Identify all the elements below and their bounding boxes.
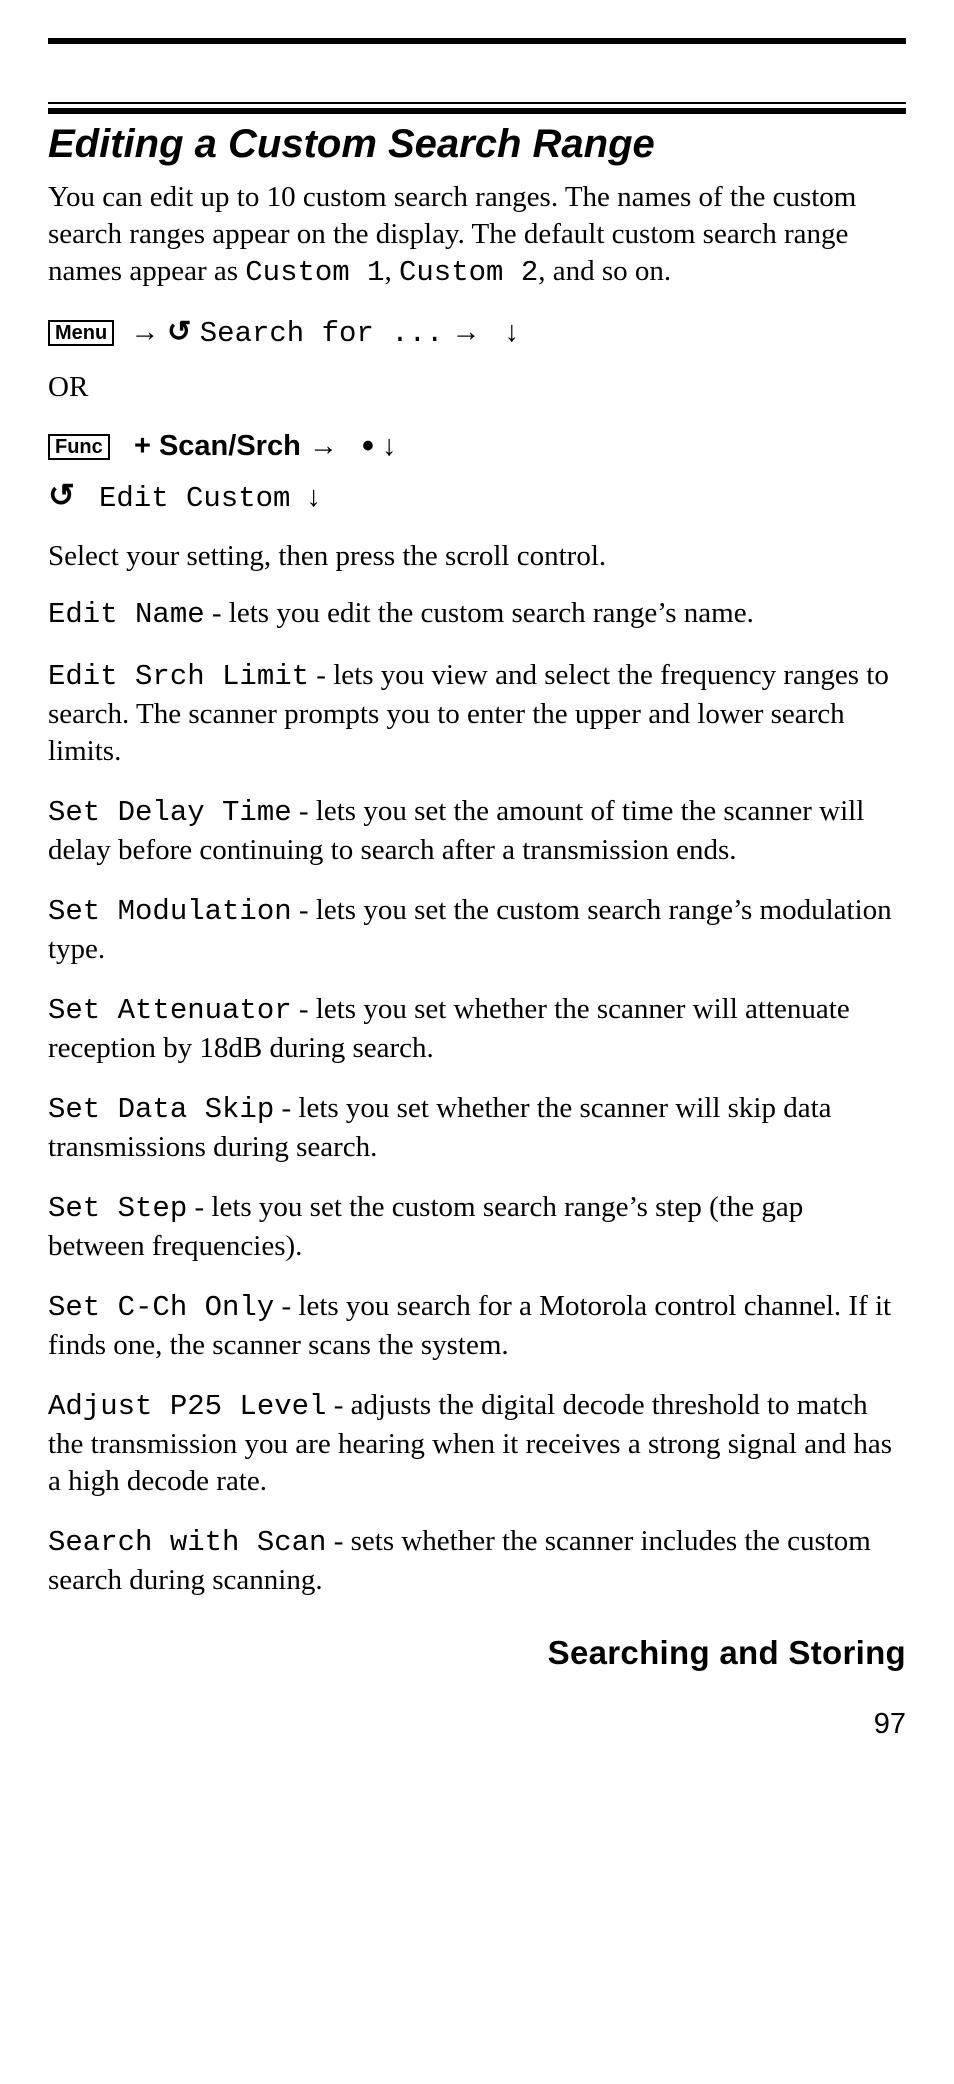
seq2-edit-text: Edit Custom [99, 482, 290, 515]
intro-sep: , [385, 255, 400, 287]
def-item: Set Step - lets you set the custom searc… [48, 1189, 906, 1264]
def-item: Set C-Ch Only - lets you search for a Mo… [48, 1288, 906, 1363]
intro-code-1: Custom 1 [245, 256, 384, 289]
definitions-list: Edit Name - lets you edit the custom sea… [48, 595, 906, 1598]
intro-code-2: Custom 2 [399, 256, 538, 289]
sequence-2: Func + Scan/Srch → • ↓ ↻ Edit Custom ↓ [48, 422, 906, 519]
def-term: Set C-Ch Only [48, 1291, 274, 1324]
page: Editing a Custom Search Range You can ed… [0, 0, 954, 2084]
func-key-icon: Func [48, 434, 110, 460]
footer-section-title: Searching and Storing [48, 1634, 906, 1672]
intro-paragraph: You can edit up to 10 custom search rang… [48, 179, 906, 291]
def-term: Edit Name [48, 598, 205, 631]
heading-rule [48, 102, 906, 114]
arrow-down-icon: ↓ [382, 430, 397, 462]
def-item: Set Data Skip - lets you set whether the… [48, 1090, 906, 1165]
def-item: Edit Srch Limit - lets you view and sele… [48, 657, 906, 769]
def-term: Set Modulation [48, 895, 292, 928]
rotate-icon: ↻ [167, 311, 191, 353]
menu-key-icon: Menu [48, 320, 114, 346]
rotate-icon: ↻ [48, 472, 75, 518]
def-desc: - lets you edit the custom search range’… [205, 597, 754, 629]
def-term: Set Step [48, 1192, 187, 1225]
top-rule [48, 38, 906, 44]
instruction-text: Select your setting, then press the scro… [48, 538, 906, 575]
plus-icon: + [134, 430, 151, 462]
intro-text-suffix: , and so on. [538, 255, 671, 287]
def-item: Set Modulation - lets you set the custom… [48, 892, 906, 967]
section-heading: Editing a Custom Search Range [48, 122, 906, 167]
def-term: Set Delay Time [48, 796, 292, 829]
def-term: Set Data Skip [48, 1093, 274, 1126]
sequence-1: Menu → ↻ Search for ... → ↓ [48, 311, 906, 355]
def-term: Adjust P25 Level [48, 1390, 326, 1423]
or-label: OR [48, 369, 906, 406]
def-item: Adjust P25 Level - adjusts the digital d… [48, 1387, 906, 1499]
def-item: Set Attenuator - lets you set whether th… [48, 991, 906, 1066]
seq2-scan-label: Scan/Srch [159, 430, 301, 462]
arrow-right-icon: → [309, 430, 338, 462]
arrow-right-icon: → [451, 316, 480, 348]
def-term: Set Attenuator [48, 994, 292, 1027]
def-item: Search with Scan - sets whether the scan… [48, 1523, 906, 1598]
def-item: Edit Name - lets you edit the custom sea… [48, 595, 906, 634]
arrow-down-icon: ↓ [307, 481, 322, 513]
seq1-menu-text: Search for ... [200, 317, 444, 350]
dot-icon: • [362, 427, 374, 465]
def-term: Edit Srch Limit [48, 660, 309, 693]
page-number: 97 [48, 1708, 906, 1741]
def-term: Search with Scan [48, 1526, 326, 1559]
arrow-down-icon: ↓ [505, 316, 520, 348]
arrow-right-icon: → [130, 316, 159, 348]
def-item: Set Delay Time - lets you set the amount… [48, 793, 906, 868]
